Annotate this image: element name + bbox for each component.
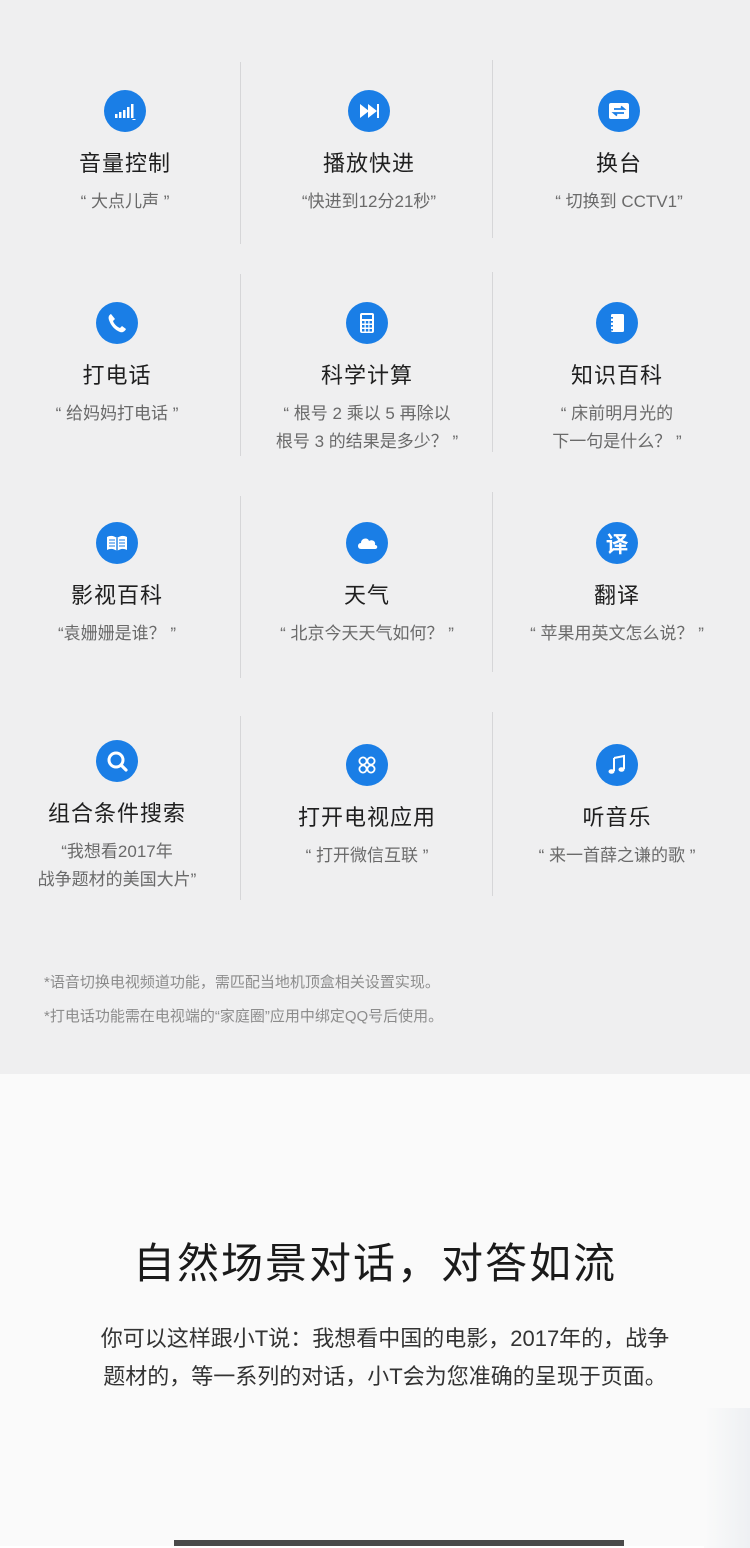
section-body: 你可以这样跟小T说：我想看中国的电影，2017年的，战争题材的，等一系列的对话，… xyxy=(100,1326,670,1389)
feature-title: 天气 xyxy=(343,583,390,608)
divider xyxy=(240,716,241,900)
cloud-icon xyxy=(346,522,388,564)
feature-desc: “ 切换到 CCTV1” xyxy=(555,192,683,211)
feature-desc: “ 给妈妈打电话 ” xyxy=(55,404,179,423)
divider xyxy=(492,272,493,452)
feature-desc: “ 打开微信互联 ” xyxy=(305,846,429,865)
feature-title: 打开电视应用 xyxy=(297,805,436,830)
footnotes: *语音切换电视频道功能，需匹配当地机顶盒相关设置实现。 *打电话功能需在电视端的… xyxy=(44,966,443,1034)
divider xyxy=(240,496,241,678)
footnote: *语音切换电视频道功能，需匹配当地机顶盒相关设置实现。 xyxy=(44,974,440,991)
decorative-shade xyxy=(704,1408,750,1548)
feature-weather: 天气 “ 北京今天天气如何？ ” xyxy=(242,492,492,648)
divider xyxy=(240,274,241,456)
feature-desc: “我想看2017年 战争题材的美国大片” xyxy=(37,842,197,889)
feature-fast-forward: 播放快进 “快进到12分21秒” xyxy=(244,60,494,216)
translate-glyph: 译 xyxy=(605,532,628,557)
photo-preview xyxy=(174,1540,624,1546)
volume-icon xyxy=(104,90,146,132)
translate-icon: 译 xyxy=(596,522,638,564)
encyclopedia-icon xyxy=(596,302,638,344)
feature-title: 科学计算 xyxy=(320,363,413,388)
feature-desc: “ 大点儿声 ” xyxy=(80,192,170,211)
book-icon xyxy=(96,522,138,564)
feature-volume: 音量控制 “ 大点儿声 ” xyxy=(0,60,250,216)
feature-desc: “ 来一首薛之谦的歌 ” xyxy=(538,846,696,865)
dialog-section: 自然场景对话，对答如流 你可以这样跟小T说：我想看中国的电影，2017年的，战争… xyxy=(0,1074,750,1548)
feature-translate: 译 翻译 “ 苹果用英文怎么说？ ” xyxy=(492,492,742,648)
feature-title: 音量控制 xyxy=(78,151,171,176)
feature-search: 组合条件搜索 “我想看2017年 战争题材的美国大片” xyxy=(0,710,242,894)
feature-title: 知识百科 xyxy=(570,363,663,388)
feature-title: 翻译 xyxy=(593,583,640,608)
section-title: 自然场景对话，对答如流 xyxy=(132,1240,617,1287)
feature-channel: 换台 “ 切换到 CCTV1” xyxy=(494,60,744,216)
feature-film-wiki: 影视百科 “袁姗姗是谁？ ” xyxy=(0,492,242,648)
feature-title: 打电话 xyxy=(82,363,152,388)
feature-desc: “袁姗姗是谁？ ” xyxy=(57,624,177,643)
feature-desc: “ 根号 2 乘以 5 再除以 根号 3 的结果是多少？ ” xyxy=(275,404,459,451)
feature-desc: “ 北京今天天气如何？ ” xyxy=(280,624,454,643)
feature-desc: “ 床前明月光的 下一句是什么？ ” xyxy=(552,404,682,451)
feature-title: 影视百科 xyxy=(70,583,163,608)
footnote: *打电话功能需在电视端的“家庭圈”应用中绑定QQ号后使用。 xyxy=(44,1008,444,1025)
feature-title: 组合条件搜索 xyxy=(47,801,186,826)
feature-encyclopedia: 知识百科 “ 床前明月光的 下一句是什么？ ” xyxy=(492,272,742,456)
music-icon xyxy=(596,744,638,786)
channel-switch-icon xyxy=(598,90,640,132)
feature-music: 听音乐 “ 来一首薛之谦的歌 ” xyxy=(492,714,742,870)
feature-calculator: 科学计算 “ 根号 2 乘以 5 再除以 根号 3 的结果是多少？ ” xyxy=(242,272,492,456)
features-section: 音量控制 “ 大点儿声 ” 播放快进 “快进到12分21秒” 换台 “ 切换到 … xyxy=(0,0,750,1074)
divider xyxy=(492,492,493,672)
feature-phone: 打电话 “ 给妈妈打电话 ” xyxy=(0,272,242,428)
phone-icon xyxy=(96,302,138,344)
feature-title: 播放快进 xyxy=(322,151,415,176)
divider xyxy=(492,712,493,896)
feature-desc: “ 苹果用英文怎么说？ ” xyxy=(530,624,704,643)
divider xyxy=(492,60,493,238)
feature-title: 听音乐 xyxy=(582,805,652,830)
divider xyxy=(240,62,241,244)
search-icon xyxy=(96,740,138,782)
feature-apps: 打开电视应用 “ 打开微信互联 ” xyxy=(242,714,492,870)
apps-icon xyxy=(346,744,388,786)
feature-desc: “快进到12分21秒” xyxy=(301,192,437,211)
feature-title: 换台 xyxy=(595,151,642,176)
fast-forward-icon xyxy=(348,90,390,132)
calculator-icon xyxy=(346,302,388,344)
